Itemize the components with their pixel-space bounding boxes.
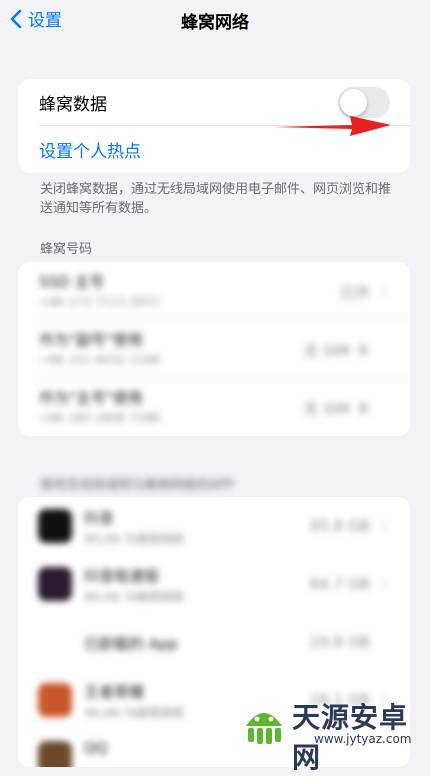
app-detail: WLAN 与蜂窝网络 bbox=[84, 532, 184, 546]
app-name: 王者荣耀 bbox=[84, 683, 145, 701]
app-usage: 64.7 GB bbox=[309, 575, 370, 593]
apps-section-header: 使用无线局域网与蜂窝网络的APP bbox=[40, 478, 234, 493]
number-detail: +86 173 7113 2872 bbox=[39, 295, 160, 309]
number-status: 无 SIM 卡 bbox=[303, 342, 370, 360]
number-status: 无 SIM 卡 bbox=[303, 400, 370, 418]
chevron-right-icon: › bbox=[380, 573, 388, 594]
number-status: 已开 bbox=[339, 284, 370, 302]
number-detail: +86 151 6032 1168 bbox=[39, 353, 160, 367]
chevron-right-icon: › bbox=[380, 515, 388, 536]
app-row[interactable]: 抖音极速版 WLAN 与蜂窝网络 64.7 GB › bbox=[18, 555, 410, 613]
qq-app-icon bbox=[38, 741, 72, 767]
cellular-numbers-card: SSD 主号 +86 173 7113 2872 已开 › 作为"副号"使用 +… bbox=[18, 262, 410, 436]
douyin-lite-app-icon bbox=[38, 567, 72, 601]
number-row[interactable]: 作为"副号"使用 +86 151 6032 1168 无 SIM 卡 bbox=[18, 320, 410, 378]
honor-of-kings-app-icon bbox=[38, 683, 72, 717]
app-usage: 95.8 GB bbox=[309, 517, 370, 535]
number-row[interactable]: 作为"主号"使用 +86 183 1808 7288 无 SIM 卡 bbox=[18, 378, 410, 436]
app-row: 已卸载的 App 29.8 GB bbox=[18, 613, 410, 671]
app-name: 抖音 bbox=[84, 509, 115, 527]
app-name: 已卸载的 App bbox=[84, 635, 179, 653]
watermark: 天源安卓网 www.jytyaz.com bbox=[232, 690, 430, 774]
number-row[interactable]: SSD 主号 +86 173 7113 2872 已开 › bbox=[18, 262, 410, 320]
app-detail: WLAN 与蜂窝网络 bbox=[84, 590, 184, 604]
navigation-bar: 设置 蜂窝网络 bbox=[0, 0, 430, 44]
app-row[interactable]: 抖音 WLAN 与蜂窝网络 95.8 GB › bbox=[18, 497, 410, 555]
personal-hotspot-link[interactable]: 设置个人热点 bbox=[39, 137, 141, 162]
app-usage: 29.8 GB bbox=[309, 633, 370, 651]
number-name: 作为"主号"使用 bbox=[39, 389, 143, 407]
red-arrow-annotation bbox=[274, 116, 391, 136]
douyin-app-icon bbox=[38, 509, 72, 543]
chevron-right-icon: › bbox=[380, 280, 388, 301]
watermark-url: www.jytyaz.com bbox=[314, 732, 412, 746]
cellular-footnote: 关闭蜂窝数据，通过无线局域网使用电子邮件、网页浏览和推送通知等所有数据。 bbox=[40, 182, 392, 216]
app-name: QQ bbox=[84, 739, 108, 757]
app-detail: WLAN 与蜂窝网络 bbox=[84, 706, 184, 720]
number-name: SSD 主号 bbox=[39, 273, 105, 291]
number-detail: +86 183 1808 7288 bbox=[39, 411, 160, 425]
numbers-section-header: 蜂窝号码 bbox=[40, 242, 93, 257]
android-logo-icon bbox=[246, 713, 282, 744]
page-title: 蜂窝网络 bbox=[181, 13, 249, 33]
app-name: 抖音极速版 bbox=[84, 567, 160, 585]
number-name: 作为"副号"使用 bbox=[39, 331, 143, 349]
cellular-data-label: 蜂窝数据 bbox=[39, 95, 107, 115]
